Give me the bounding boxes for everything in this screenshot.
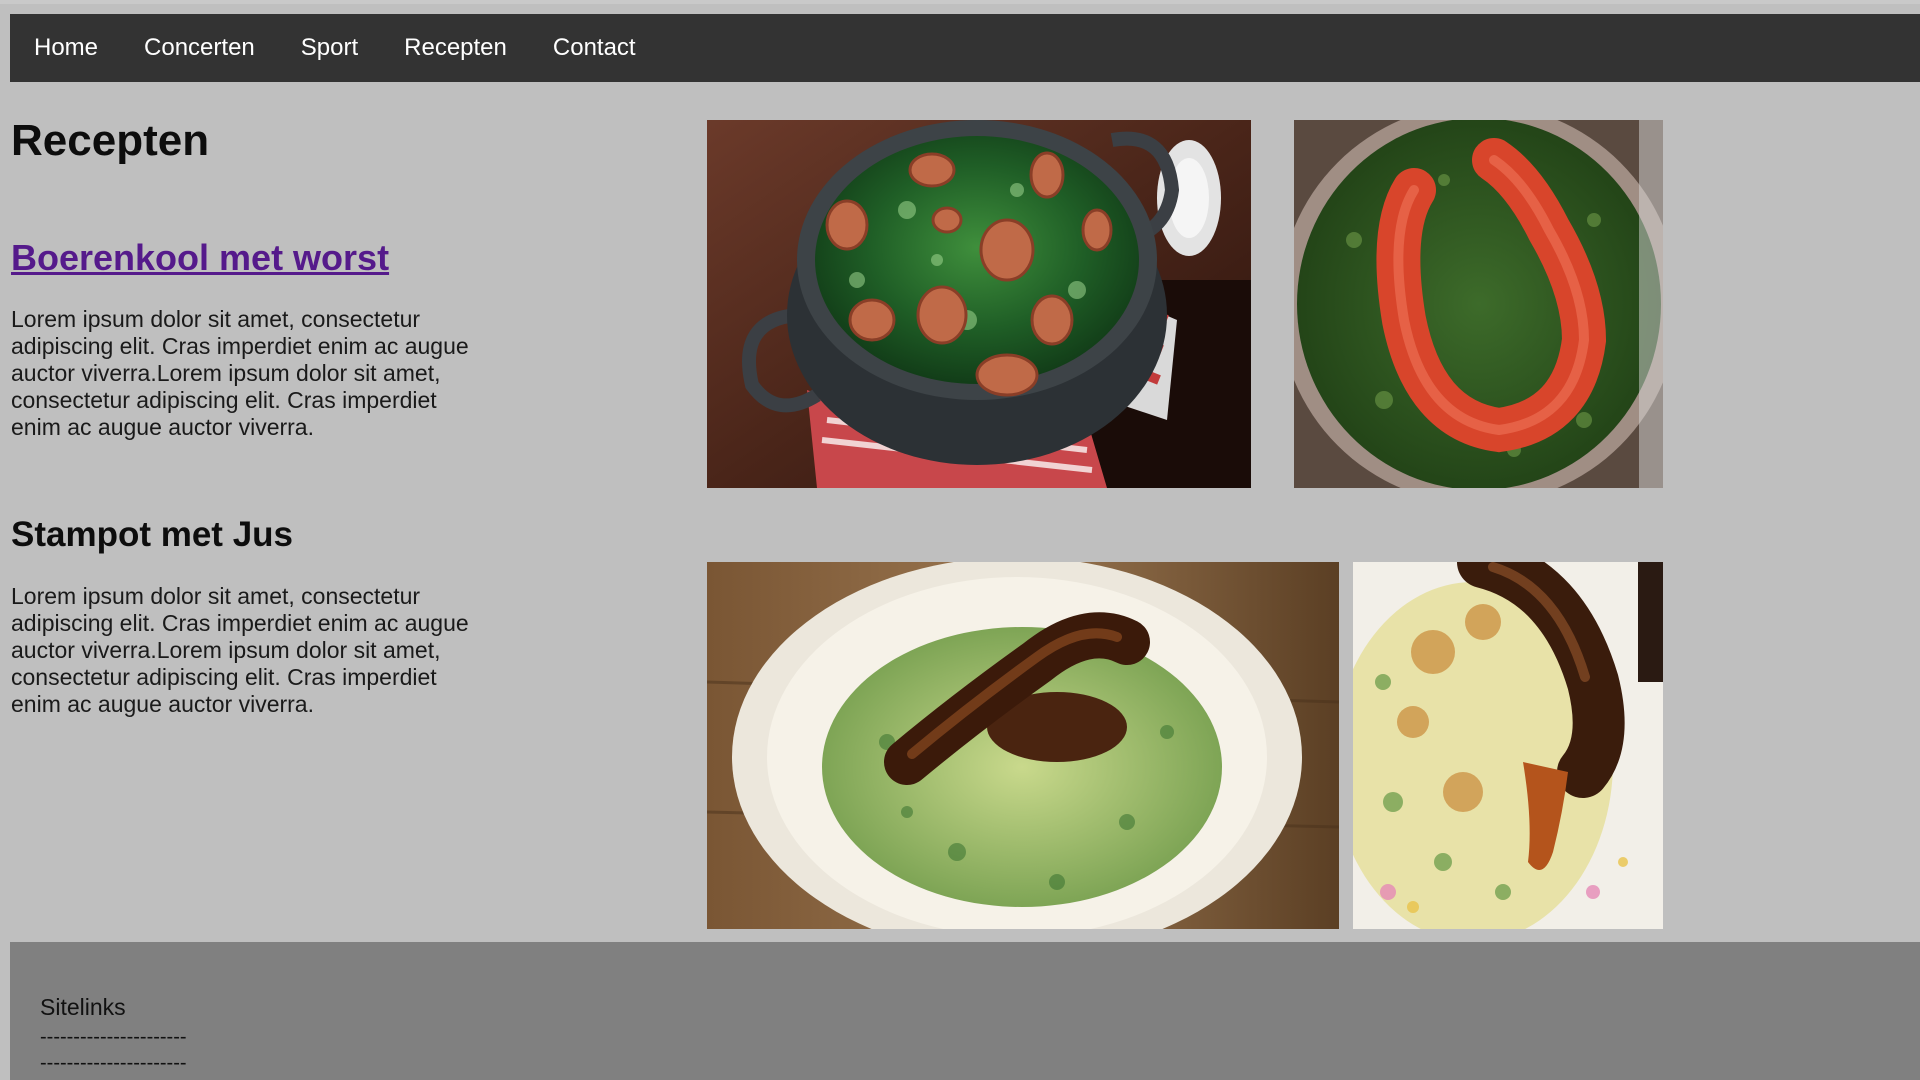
boerenkool-pot-photo <box>707 120 1251 488</box>
footer: Sitelinks ---------------------- -------… <box>10 942 1920 1080</box>
footer-divider-line: ---------------------- <box>40 1052 187 1074</box>
recipe-heading-stamppot: Stampot met Jus <box>11 515 293 554</box>
nav-item-concerten[interactable]: Concerten <box>121 34 278 62</box>
rookworst-kale-photo <box>1294 120 1663 488</box>
footer-title: Sitelinks <box>40 994 126 1020</box>
stamppot-plate-photo <box>707 562 1339 929</box>
recipes-text-column: Recepten Boerenkool met worst Lorem ipsu… <box>11 108 511 718</box>
nav-item-home[interactable]: Home <box>10 34 121 62</box>
recipe-link-boerenkool[interactable]: Boerenkool met worst <box>11 236 389 280</box>
stamppot-closeup-photo <box>1353 562 1663 929</box>
top-border <box>0 0 1920 4</box>
footer-divider-line: ---------------------- <box>40 1026 187 1048</box>
top-navigation-bar: Home Concerten Sport Recepten Contact <box>10 14 1920 82</box>
nav-item-recepten[interactable]: Recepten <box>381 34 530 62</box>
page-title: Recepten <box>11 116 210 165</box>
nav-item-sport[interactable]: Sport <box>278 34 381 62</box>
nav-item-contact[interactable]: Contact <box>530 34 659 62</box>
recipe-description-boerenkool: Lorem ipsum dolor sit amet, consectetur … <box>11 306 469 440</box>
recipe-description-stamppot: Lorem ipsum dolor sit amet, consectetur … <box>11 583 469 717</box>
